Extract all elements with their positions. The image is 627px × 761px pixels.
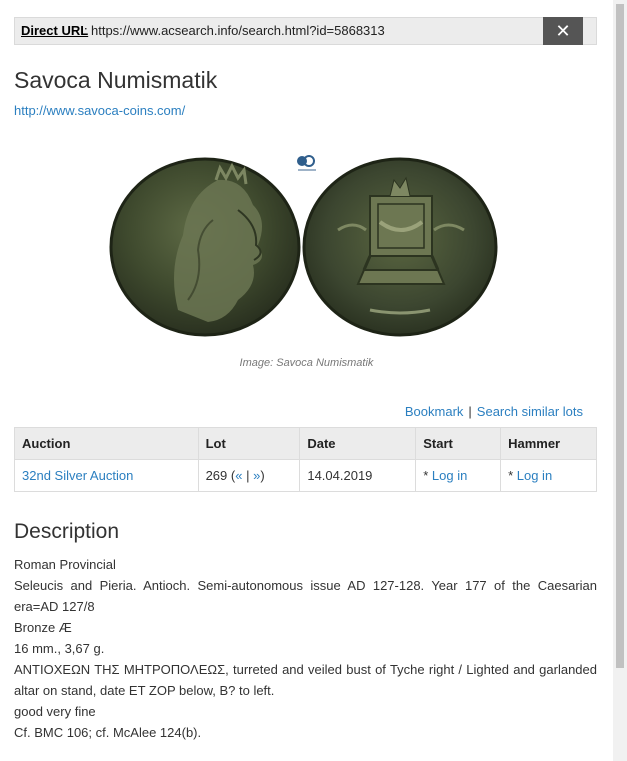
close-button[interactable]: ✕ [543, 17, 583, 45]
hammer-cell: * Log in [500, 459, 597, 492]
date-cell: 14.04.2019 [299, 459, 417, 492]
description-line: Cf. BMC 106; cf. McAlee 124(b). [14, 725, 202, 740]
lot-table: Auction Lot Date Start Hammer 32nd Silve… [14, 427, 597, 492]
hammer-login-link[interactable]: Log in [517, 468, 552, 483]
header-lot: Lot [197, 427, 301, 460]
description-line: 16 mm., 3,67 g. [14, 641, 105, 656]
start-login-link[interactable]: Log in [432, 468, 467, 483]
lot-nav-close: ) [260, 468, 265, 483]
description-line: Seleucis and Pieria. Antioch. Semi-auton… [14, 578, 597, 614]
search-similar-lots-link[interactable]: Search similar lots [477, 404, 583, 419]
direct-url-value[interactable]: https://www.acsearch.info/search.html?id… [91, 18, 385, 44]
actions-separator: | [468, 404, 472, 419]
direct-url-colon: : [84, 23, 88, 38]
header-auction: Auction [14, 427, 199, 460]
header-date: Date [299, 427, 417, 460]
previous-lot-link[interactable]: « [235, 468, 242, 483]
coin-reverse [302, 157, 498, 337]
dealer-title: Savoca Numismatik [14, 67, 218, 93]
auction-cell: 32nd Silver Auction [14, 459, 199, 492]
bookmark-link[interactable]: Bookmark [405, 404, 464, 419]
description-line: Bronze Æ [14, 620, 72, 635]
auction-link[interactable]: 32nd Silver Auction [22, 468, 133, 483]
description-body: Roman Provincial Seleucis and Pieria. An… [14, 554, 597, 743]
description-line: good very fine [14, 704, 96, 719]
table-row: 32nd Silver Auction 269 (« | ») 14.04.20… [14, 459, 597, 492]
direct-url-label: Direct URL [21, 23, 89, 38]
coin-image[interactable] [108, 150, 502, 340]
lot-detail-page: Direct URL : https://www.acsearch.info/s… [0, 0, 613, 761]
lot-actions: Bookmark | Search similar lots [405, 404, 583, 419]
close-icon: ✕ [555, 21, 571, 41]
image-caption: Image: Savoca Numismatik [239, 357, 374, 369]
scrollbar-thumb[interactable] [616, 4, 624, 668]
description-line: ΑΝΤΙΟΧΕΩΝ ΤΗΣ ΜΗΤΡΟΠΟΛΕΩΣ, turreted and … [14, 662, 597, 698]
lot-cell: 269 (« | ») [197, 459, 301, 492]
coin-obverse [109, 157, 301, 337]
acsearch-watermark-icon [297, 155, 316, 171]
hammer-prefix: * [508, 468, 517, 483]
header-hammer: Hammer [500, 427, 597, 460]
dealer-website-link[interactable]: http://www.savoca-coins.com/ [14, 103, 185, 118]
lot-number: 269 [205, 468, 228, 483]
vertical-scrollbar[interactable] [613, 0, 627, 761]
description-heading: Description [14, 520, 120, 543]
lot-table-header-row: Auction Lot Date Start Hammer [14, 427, 597, 460]
description-line: Roman Provincial [14, 557, 116, 572]
header-start: Start [415, 427, 502, 460]
direct-url-bar[interactable]: Direct URL : https://www.acsearch.info/s… [14, 17, 597, 45]
start-prefix: * [423, 468, 432, 483]
start-cell: * Log in [415, 459, 502, 492]
lot-nav-separator: | [246, 468, 250, 483]
